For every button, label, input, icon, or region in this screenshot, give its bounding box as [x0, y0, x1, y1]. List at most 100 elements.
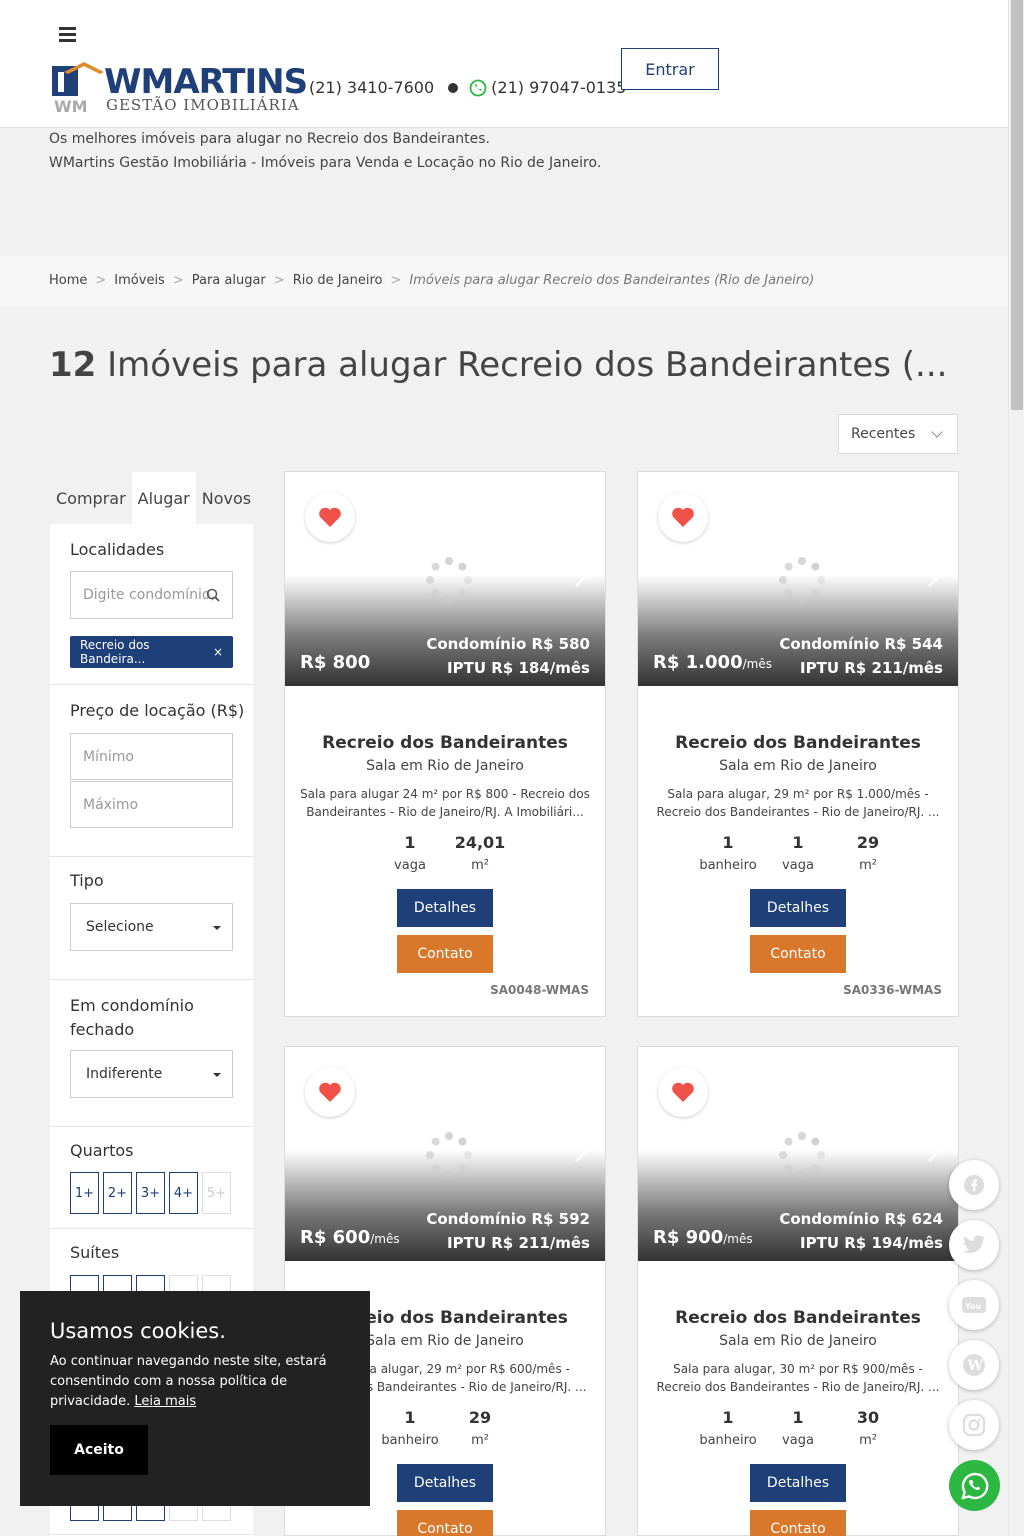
listing-image[interactable]: R$ 800 Condomínio R$ 580 IPTU R$ 184/mês: [285, 472, 605, 686]
listing-stat-label: vaga: [782, 858, 814, 873]
listing-stats: 1 vaga 24,01 m²: [285, 832, 605, 873]
breadcrumb-imoveis[interactable]: Imóveis: [114, 273, 165, 288]
listing-description: Sala para alugar, 29 m² por R$ 1.000/mês…: [656, 787, 940, 819]
tab-alugar[interactable]: Alugar: [131, 472, 196, 524]
heart-icon: [672, 507, 694, 527]
listing-description: Sala para alugar, 30 m² por R$ 900/mês -…: [656, 1362, 940, 1394]
listing-title[interactable]: Recreio dos Bandeirantes: [638, 733, 958, 753]
twitter-icon[interactable]: [949, 1220, 999, 1270]
whatsapp-icon: [469, 79, 487, 96]
listing-title[interactable]: Recreio dos Bandeirantes: [638, 1308, 958, 1328]
details-button[interactable]: Detalhes: [750, 889, 846, 927]
favorite-button[interactable]: [305, 1067, 355, 1117]
listing-stat: 24,01 m²: [445, 832, 515, 873]
localidades-placeholder: Digite condomínio,: [83, 587, 215, 603]
listing-iptu: IPTU R$ 184/mês: [447, 659, 590, 677]
listing-stat: 1 vaga: [763, 832, 833, 873]
tipo-label: Tipo: [70, 871, 104, 890]
heart-icon: [319, 507, 341, 527]
listing-image[interactable]: R$ 600/mês Condomínio R$ 592 IPTU R$ 211/m…: [285, 1047, 605, 1261]
listing-condominio: Condomínio R$ 544: [779, 635, 943, 653]
next-image-icon[interactable]: [565, 564, 589, 588]
contact-button[interactable]: Contato: [397, 935, 493, 973]
listing-stat: 1 banheiro: [693, 1407, 763, 1448]
wordpress-icon[interactable]: W: [949, 1340, 999, 1390]
menu-icon[interactable]: [59, 27, 76, 42]
cookie-text: Ao continuar navegando neste site, estar…: [50, 1352, 350, 1412]
next-image-icon[interactable]: [918, 564, 942, 588]
scrollbar[interactable]: [1008, 0, 1024, 1536]
next-image-icon[interactable]: [918, 1139, 942, 1163]
youtube-icon[interactable]: You: [949, 1280, 999, 1330]
whatsapp-float-button[interactable]: [949, 1460, 1000, 1511]
tipo-select[interactable]: Selecione: [70, 903, 233, 951]
details-button[interactable]: Detalhes: [397, 889, 493, 927]
quartos-1[interactable]: 1+: [70, 1172, 99, 1214]
loading-spinner-icon: [779, 1132, 825, 1178]
favorite-button[interactable]: [658, 1067, 708, 1117]
listing-image[interactable]: R$ 1.000/mês Condomínio R$ 544 IPTU R$ 211…: [638, 472, 958, 686]
quartos-2[interactable]: 2+: [103, 1172, 132, 1214]
loading-spinner-icon: [426, 557, 472, 603]
chevron-down-icon: [931, 426, 943, 438]
quartos-4[interactable]: 4+: [169, 1172, 198, 1214]
listing-card[interactable]: R$ 900/mês Condomínio R$ 624 IPTU R$ 194/m…: [637, 1046, 959, 1536]
scrollbar-thumb[interactable]: [1011, 0, 1023, 410]
condominio-select[interactable]: Indiferente: [70, 1050, 233, 1098]
remove-tag-icon[interactable]: ×: [213, 645, 223, 659]
listing-title[interactable]: Recreio dos Bandeirantes: [285, 733, 605, 753]
listing-stat: 30 m²: [833, 1407, 903, 1448]
preco-section: Preço de locação (R$) Mínimo Máximo: [50, 685, 253, 857]
breadcrumb-home[interactable]: Home: [49, 273, 87, 288]
localidades-input[interactable]: Digite condomínio,: [70, 571, 233, 619]
cookie-link[interactable]: Leia mais: [134, 1394, 196, 1409]
listing-condominio: Condomínio R$ 624: [779, 1210, 943, 1228]
breadcrumb-rio-de-janeiro[interactable]: Rio de Janeiro: [293, 273, 383, 288]
listing-image[interactable]: R$ 900/mês Condomínio R$ 624 IPTU R$ 194/m…: [638, 1047, 958, 1261]
cookie-accept-button[interactable]: Aceito: [50, 1425, 148, 1475]
listing-stat-value: 1: [404, 833, 416, 852]
facebook-icon[interactable]: [949, 1160, 999, 1210]
tab-novos[interactable]: Novos: [196, 472, 257, 524]
listing-stat-value: 1: [722, 1408, 734, 1427]
favorite-button[interactable]: [305, 492, 355, 542]
listing-stat-value: 1: [792, 1408, 804, 1427]
whatsapp-link[interactable]: (21) 97047-0135: [491, 78, 626, 97]
quartos-5[interactable]: 5+: [202, 1172, 231, 1214]
login-button[interactable]: Entrar: [621, 48, 719, 90]
details-button[interactable]: Detalhes: [397, 1464, 493, 1502]
listing-stat-label: m²: [859, 858, 877, 873]
listing-stat-label: banheiro: [699, 1433, 757, 1448]
site-header: WM WMARTINS GESTÃO IMOBILIÁRIA (21) 3410…: [0, 0, 1008, 128]
listing-iptu: IPTU R$ 211/mês: [447, 1234, 590, 1252]
details-button[interactable]: Detalhes: [750, 1464, 846, 1502]
heart-icon: [319, 1082, 341, 1102]
breadcrumb: Home > Imóveis > Para alugar > Rio de Janei…: [49, 273, 815, 288]
listing-stat-label: banheiro: [381, 1433, 439, 1448]
next-image-icon[interactable]: [565, 1139, 589, 1163]
listing-card[interactable]: R$ 1.000/mês Condomínio R$ 544 IPTU R$ 211…: [637, 471, 959, 1017]
suites-label: Suítes: [70, 1243, 120, 1262]
listing-card[interactable]: R$ 800 Condomínio R$ 580 IPTU R$ 184/mês Re…: [284, 471, 606, 1017]
logo[interactable]: WM WMARTINS GESTÃO IMOBILIÁRIA: [50, 62, 308, 114]
tab-comprar[interactable]: Comprar: [50, 472, 132, 524]
listing-price-suffix: /mês: [370, 1232, 400, 1246]
tipo-section: Tipo Selecione: [50, 857, 253, 980]
breadcrumb-para-alugar[interactable]: Para alugar: [192, 273, 266, 288]
quartos-3[interactable]: 3+: [136, 1172, 165, 1214]
min-price-input[interactable]: Mínimo: [70, 733, 233, 780]
min-price-placeholder: Mínimo: [83, 748, 134, 765]
contact-button[interactable]: Contato: [750, 1510, 846, 1536]
instagram-icon[interactable]: [949, 1400, 999, 1450]
sort-select[interactable]: Recentes: [838, 414, 958, 454]
phone-link[interactable]: (21) 3410-7600: [309, 78, 434, 97]
breadcrumb-current: Imóveis para alugar Recreio dos Bandeira…: [409, 273, 815, 288]
max-price-input[interactable]: Máximo: [70, 781, 233, 828]
listing-stat-label: m²: [471, 1433, 489, 1448]
loading-spinner-icon: [779, 557, 825, 603]
contact-button[interactable]: Contato: [397, 1510, 493, 1536]
contact-button[interactable]: Contato: [750, 935, 846, 973]
whatsapp-icon: [960, 1472, 988, 1500]
listing-condominio: Condomínio R$ 580: [426, 635, 590, 653]
favorite-button[interactable]: [658, 492, 708, 542]
